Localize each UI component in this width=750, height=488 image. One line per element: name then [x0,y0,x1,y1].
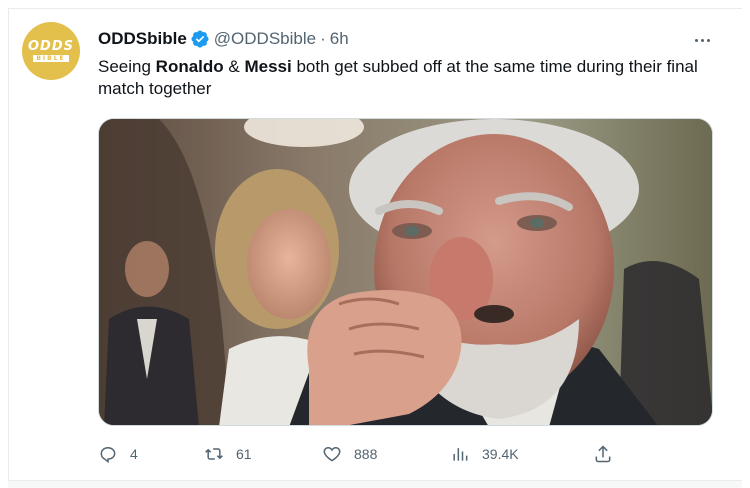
tweet-media-image[interactable] [98,118,713,426]
separator-dot: · [320,29,326,48]
like-count: 888 [354,446,378,462]
retweet-button[interactable]: 61 [204,442,252,466]
avatar-logo-text: ODDS [28,39,74,54]
tweet-text-bold: Ronaldo [155,57,224,76]
share-button[interactable] [593,442,613,466]
tweet-actions: 4 61 888 39.4K [98,442,713,466]
tweet-header: ODDSbible @ODDSbible · 6h [98,28,349,50]
display-name[interactable]: ODDSbible [98,29,187,49]
timestamp[interactable]: 6h [330,29,349,49]
like-button[interactable]: 888 [322,442,377,466]
bar-chart-icon [453,448,468,461]
handle[interactable]: @ODDSbible [214,29,316,49]
tweet-text-part: Seeing [98,57,156,76]
retweet-count: 61 [236,446,252,462]
page-right-margin [742,0,750,488]
reply-icon [100,446,116,464]
avatar-logo-subtext: BIBLE [33,55,69,62]
verified-badge-icon [190,29,210,49]
more-dots-icon[interactable] [690,30,714,50]
next-tweet-divider [8,480,742,488]
media-photo [99,119,712,425]
avatar[interactable]: ODDS BIBLE [22,22,80,80]
reply-button[interactable]: 4 [98,442,138,466]
views-button[interactable]: 39.4K [450,442,519,466]
retweet-icon [205,448,223,460]
views-count: 39.4K [482,446,519,462]
page-top-margin [0,0,750,8]
tweet-text-part: & [223,57,245,76]
reply-count: 4 [130,446,138,462]
tweet-text-bold: Messi [244,57,292,76]
heart-icon [323,446,341,462]
share-icon [595,445,611,463]
tweet-text: Seeing Ronaldo & Messi both get subbed o… [98,56,713,100]
